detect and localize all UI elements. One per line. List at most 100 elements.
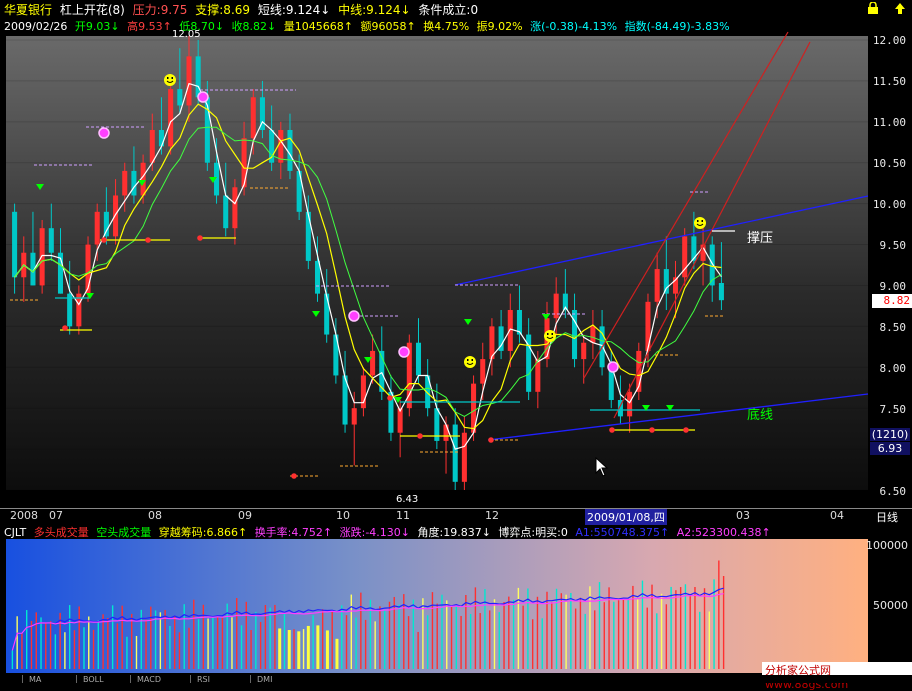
tab-rsi[interactable]: RSI	[190, 675, 210, 684]
empty-heads-label: 空头成交量	[96, 526, 152, 539]
candle-body	[590, 326, 596, 343]
a2-value: A2:523300.438↑	[676, 526, 771, 539]
tab-ma[interactable]: MA	[22, 675, 41, 684]
price-tick: 6.50	[879, 485, 907, 498]
low-price-label: 6.43	[396, 494, 419, 505]
game-point-value: 博弈点:明买:0	[498, 526, 568, 539]
candle-body	[177, 89, 183, 106]
price-tick: 10.50	[872, 157, 906, 170]
tab-dmi[interactable]: DMI	[250, 675, 272, 684]
smiley-eye	[471, 359, 473, 361]
signal-dot-icon	[291, 473, 297, 479]
candle-body	[718, 283, 724, 301]
many-heads-label: 多头成交量	[33, 526, 89, 539]
price-tick: 12.00	[872, 34, 906, 47]
volume-tick: 100000	[866, 539, 908, 552]
volume-bar	[297, 631, 301, 669]
date-tick: 03	[736, 509, 750, 522]
flower-icon	[98, 127, 110, 139]
candle-body	[131, 170, 137, 196]
candle-body	[691, 236, 697, 261]
tab-macd[interactable]: MACD	[130, 675, 161, 684]
date-tick: 11	[396, 509, 410, 522]
price-tick: 10.00	[872, 198, 906, 211]
date-tick: 07	[49, 509, 63, 522]
candle-body	[223, 195, 229, 229]
signal-dot-icon	[101, 237, 107, 243]
price-tick: 8.50	[879, 321, 907, 334]
signal-dot-icon	[417, 433, 423, 439]
cursor-date: 2009/01/08,四	[585, 509, 667, 525]
price-tick: 9.00	[879, 280, 907, 293]
candle-body	[186, 56, 192, 106]
price-tick: 7.50	[879, 403, 907, 416]
chips-value: 穿越筹码:6.866↑	[158, 526, 248, 539]
tab-boll[interactable]: BOLL	[76, 675, 104, 684]
smiley-eye	[547, 333, 549, 335]
date-tick: 12	[485, 509, 499, 522]
smiley-icon	[544, 330, 556, 342]
candle-body	[461, 432, 467, 482]
candle-body	[627, 391, 633, 417]
candle-body	[452, 424, 458, 482]
signal-dot-icon	[683, 427, 689, 433]
signal-dot-icon	[649, 427, 655, 433]
price-tick: 11.00	[872, 116, 906, 129]
candle-body	[351, 408, 357, 425]
signal-dot-icon	[488, 437, 494, 443]
candle-body	[507, 310, 513, 351]
flower-icon	[197, 91, 209, 103]
volume-chart[interactable]	[0, 539, 868, 675]
rise-fall-value: 涨跌:-4.130↓	[339, 526, 410, 539]
candle-body	[443, 424, 449, 441]
volume-indicator-name[interactable]: CJLT	[4, 526, 26, 539]
website-footer[interactable]: 分析家公式网www.88gs.com	[762, 662, 912, 691]
candle-body	[94, 211, 100, 245]
price-chart[interactable]	[0, 0, 912, 490]
volume-bar	[335, 638, 339, 669]
candle-body	[113, 195, 119, 237]
mouse-pointer-icon	[595, 456, 609, 480]
date-tick: 2008	[10, 509, 38, 522]
cursor-counter: (1210)	[870, 428, 910, 441]
candle-body	[48, 228, 54, 253]
candle-body	[278, 130, 284, 163]
signal-dot-icon	[609, 427, 615, 433]
volume-bar	[287, 630, 291, 669]
a1-value: A1:550748.375↑	[575, 526, 670, 539]
candle-body	[232, 187, 238, 229]
period-button[interactable]: 日线	[876, 509, 898, 525]
date-tick: 04	[830, 509, 844, 522]
peak-price-label: 12.05	[172, 29, 201, 40]
candle-body	[581, 342, 587, 360]
signal-dot-icon	[62, 325, 68, 331]
candle-body	[149, 130, 155, 163]
current-price-badge: 8.82	[872, 294, 912, 308]
candle-body	[654, 269, 660, 302]
candle-body	[663, 269, 669, 294]
candle-body	[39, 228, 45, 286]
smiley-eye	[701, 220, 703, 222]
angle-value: 角度:19.837↓	[417, 526, 491, 539]
candle-body	[287, 130, 293, 171]
resistance-label: 撑压	[747, 231, 774, 246]
flower-icon	[398, 346, 410, 358]
smiley-eye	[467, 359, 469, 361]
candle-body	[645, 301, 651, 351]
volume-info-bar: CJLT 多头成交量 空头成交量 穿越筹码:6.866↑ 换手率:4.752↑ …	[4, 524, 775, 539]
smiley-eye	[171, 77, 173, 79]
date-axis: 2008 07 08 09 10 11 12 2009/01/08,四 03 0…	[0, 509, 912, 525]
signal-dot-icon	[387, 395, 393, 401]
candle-body	[158, 130, 164, 147]
date-tick: 10	[336, 509, 350, 522]
price-tick: 11.50	[872, 75, 906, 88]
date-tick: 08	[148, 509, 162, 522]
bottom-line-label: 底线	[747, 408, 774, 423]
volume-bar	[316, 625, 320, 669]
smiley-eye	[167, 77, 169, 79]
signal-dot-icon	[197, 235, 203, 241]
candle-body	[370, 350, 376, 376]
candle-body	[168, 89, 174, 147]
signal-dot-icon	[145, 237, 151, 243]
candle-body	[480, 359, 486, 384]
